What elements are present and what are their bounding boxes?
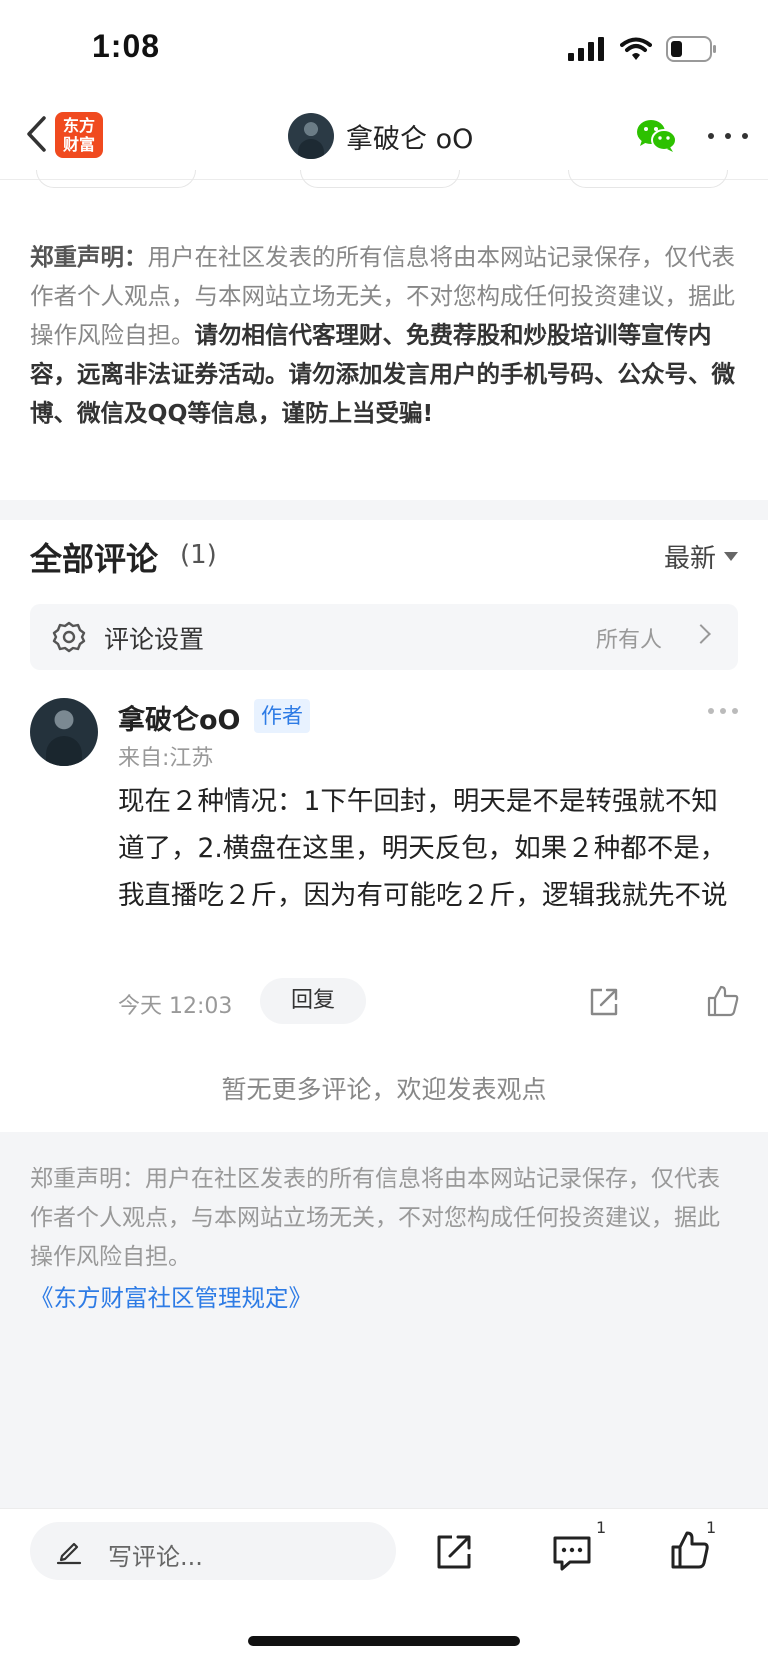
author-badge: 作者: [254, 699, 310, 733]
share-icon[interactable]: [588, 986, 620, 1018]
back-button[interactable]: [16, 112, 56, 156]
author-avatar[interactable]: [288, 113, 334, 159]
thumbs-up-icon[interactable]: [670, 1530, 710, 1570]
gear-icon: [52, 621, 86, 653]
comment-settings-row[interactable]: 评论设置 所有人: [30, 604, 738, 670]
back-icon: [27, 116, 46, 152]
comment-input[interactable]: 写评论...: [30, 1522, 396, 1580]
like-count-badge: 1: [706, 1518, 717, 1537]
status-bar: 1:08: [0, 0, 768, 100]
wechat-icon: [637, 120, 677, 152]
wifi-icon: [620, 37, 652, 60]
wechat-share-button[interactable]: [636, 118, 678, 154]
commenter-name[interactable]: 拿破仑oO: [118, 698, 241, 737]
community-rules-link[interactable]: 《东方财富社区管理规定》: [30, 1279, 312, 1313]
comment-input-placeholder: 写评论...: [108, 1543, 203, 1571]
pill-peek: [568, 170, 728, 188]
more-icon[interactable]: [708, 124, 748, 148]
thumbs-up-icon[interactable]: [706, 984, 740, 1018]
pill-peek: [36, 170, 196, 188]
settings-value: 所有人: [595, 628, 662, 653]
disclaimer-top: 郑重声明：用户在社区发表的所有信息将由本网站记录保存，仅代表作者个人观点，与本网…: [30, 238, 742, 433]
comment-icon[interactable]: [552, 1534, 592, 1572]
pencil-icon: [56, 1542, 82, 1565]
signal-icon: [568, 37, 604, 61]
nav-author[interactable]: 拿破仑 oO: [288, 112, 473, 160]
comments-count: (1): [180, 540, 217, 570]
sort-label: 最新: [663, 544, 716, 574]
status-icons: [568, 36, 718, 62]
brand-logo[interactable]: 东方 财富: [55, 112, 103, 158]
caret-down-icon: [724, 552, 738, 561]
reply-button[interactable]: 回复: [260, 978, 366, 1024]
comments-title: 全部评论: [30, 540, 159, 578]
sort-dropdown[interactable]: 最新: [664, 538, 738, 575]
comment-more-icon[interactable]: [708, 708, 738, 716]
disclaimer-bottom: 郑重声明：用户在社区发表的所有信息将由本网站记录保存，仅代表作者个人观点，与本网…: [30, 1166, 720, 1270]
share-icon[interactable]: [434, 1532, 474, 1572]
battery-icon: [666, 36, 716, 62]
logo-line1: 东方: [62, 116, 95, 135]
comment-location: 来自:江苏: [118, 746, 214, 771]
chevron-right-icon: [691, 624, 711, 644]
pill-peek: [300, 170, 460, 188]
home-indicator: [248, 1636, 520, 1646]
nav-title: 拿破仑 oO: [346, 123, 474, 155]
comment-body: 现在２种情况：1下午回封，明天是不是转强就不知道了，2.横盘在这里，明天反包，如…: [118, 786, 728, 911]
comment-time: 今天 12:03: [118, 994, 233, 1019]
logo-line2: 财富: [62, 135, 95, 154]
settings-label: 评论设置: [104, 625, 205, 654]
disclaimer-lead: 郑重声明：: [30, 243, 148, 271]
comment-count-badge: 1: [596, 1518, 607, 1537]
status-time: 1:08: [92, 28, 161, 64]
commenter-avatar[interactable]: [30, 698, 98, 766]
section-divider: [0, 500, 768, 520]
no-more-comments: 暂无更多评论，欢迎发表观点: [221, 1075, 547, 1104]
comments-header: 全部评论 (1) 最新: [30, 534, 738, 582]
